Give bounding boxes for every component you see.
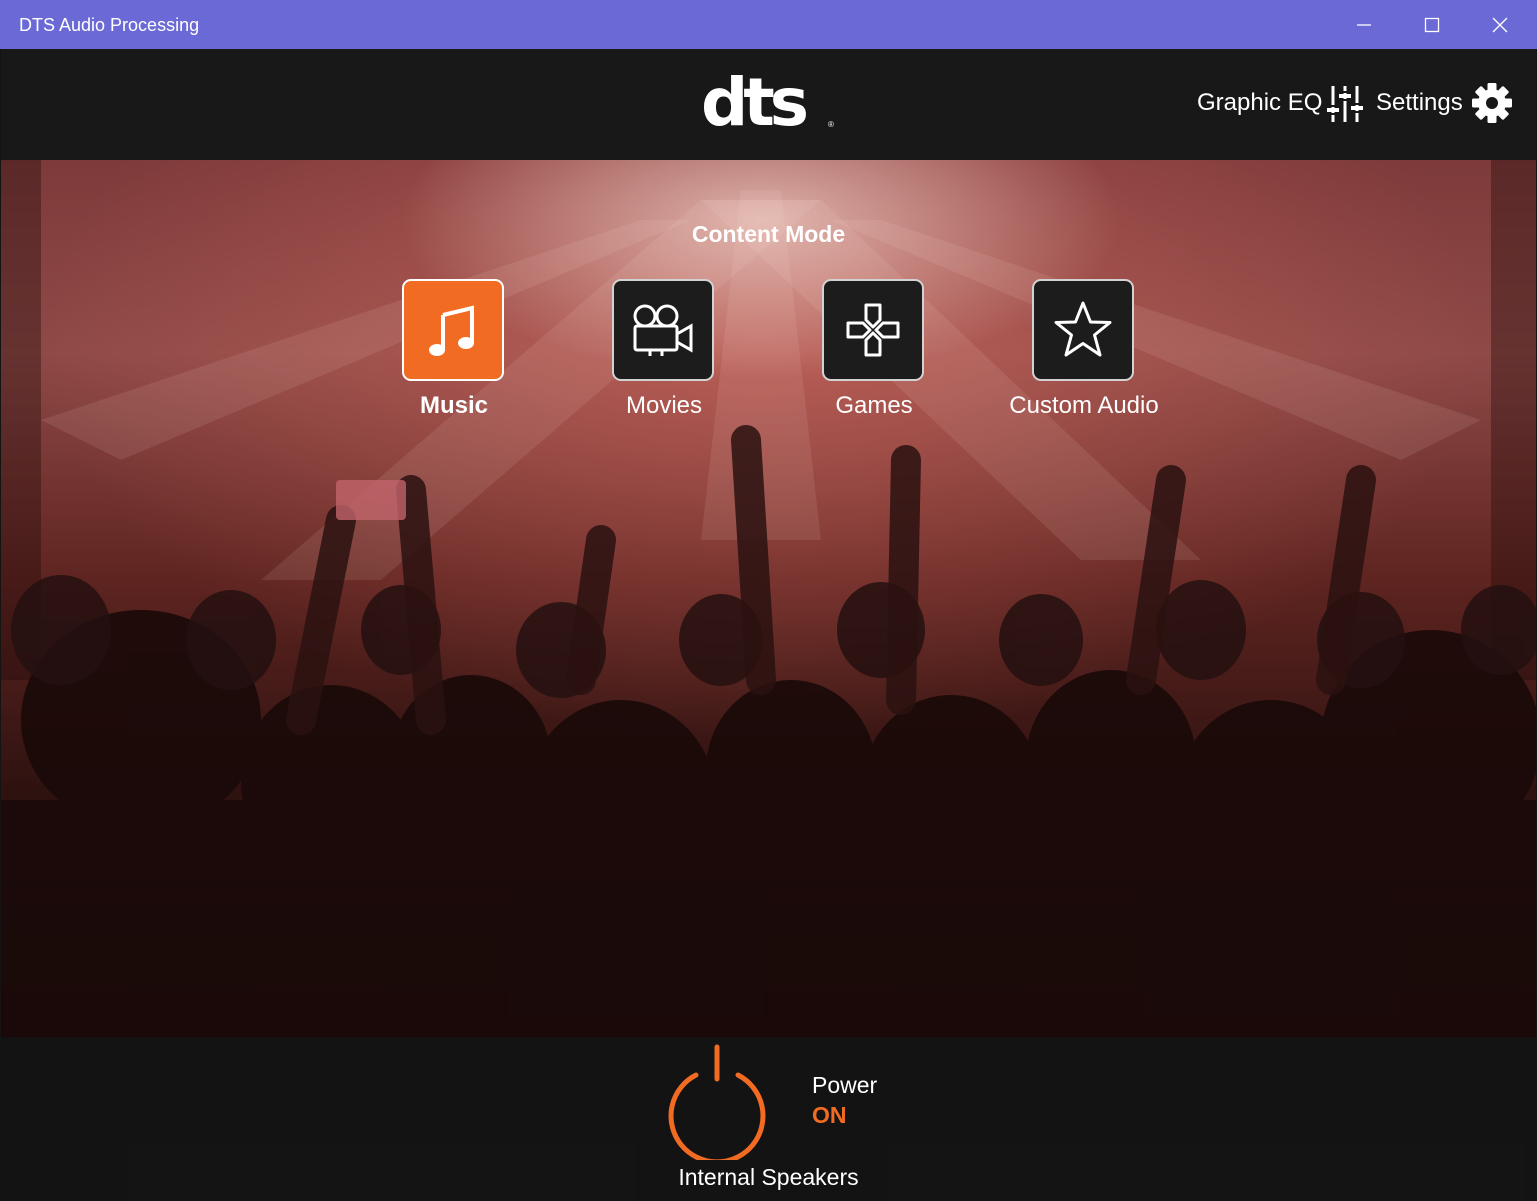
maximize-icon xyxy=(1424,17,1440,32)
maximize-button[interactable] xyxy=(1398,0,1466,49)
movie-camera-icon xyxy=(633,304,693,356)
mode-custom-audio-label: Custom Audio xyxy=(1009,392,1159,419)
content-mode-title: Content Mode xyxy=(691,221,846,247)
sliders-icon[interactable] xyxy=(1327,84,1363,124)
app-title: DTS Audio Processing xyxy=(19,15,200,35)
settings-label[interactable]: Settings xyxy=(1376,89,1463,117)
mode-music-label: Music xyxy=(419,392,488,419)
close-button[interactable] xyxy=(1466,0,1534,49)
output-device-label[interactable]: Internal Speakers xyxy=(1,1164,1536,1191)
graphic-eq-label[interactable]: Graphic EQ xyxy=(1197,89,1322,117)
mode-movies-label: Movies xyxy=(625,392,703,419)
minimize-icon xyxy=(1357,23,1371,26)
music-note-icon xyxy=(429,305,474,356)
app-header: dts ® Graphic EQ Settings xyxy=(1,49,1536,160)
star-icon xyxy=(1054,301,1112,357)
mode-music-tile[interactable] xyxy=(402,279,504,381)
concert-background: Content Mode Music Movies Games Custom A… xyxy=(1,160,1536,1037)
gear-icon[interactable] xyxy=(1472,83,1512,123)
power-state: ON xyxy=(812,1102,847,1128)
close-icon xyxy=(1492,17,1508,32)
minimize-button[interactable] xyxy=(1330,0,1398,49)
footer-bar: Power ON Internal Speakers xyxy=(1,1037,1536,1201)
power-icon[interactable] xyxy=(663,1042,771,1160)
gamepad-icon xyxy=(846,303,900,357)
mode-games-tile[interactable] xyxy=(822,279,924,381)
mode-movies-tile[interactable] xyxy=(612,279,714,381)
dts-logo: dts ® xyxy=(701,64,841,141)
title-bar: DTS Audio Processing xyxy=(0,0,1537,49)
registered-mark: ® xyxy=(828,120,834,129)
logo-text: dts xyxy=(701,64,809,141)
mode-custom-audio-tile[interactable] xyxy=(1032,279,1134,381)
crowd-silhouette xyxy=(1,160,1536,1037)
mode-games-label: Games xyxy=(835,392,913,419)
power-label: Power xyxy=(812,1072,878,1098)
